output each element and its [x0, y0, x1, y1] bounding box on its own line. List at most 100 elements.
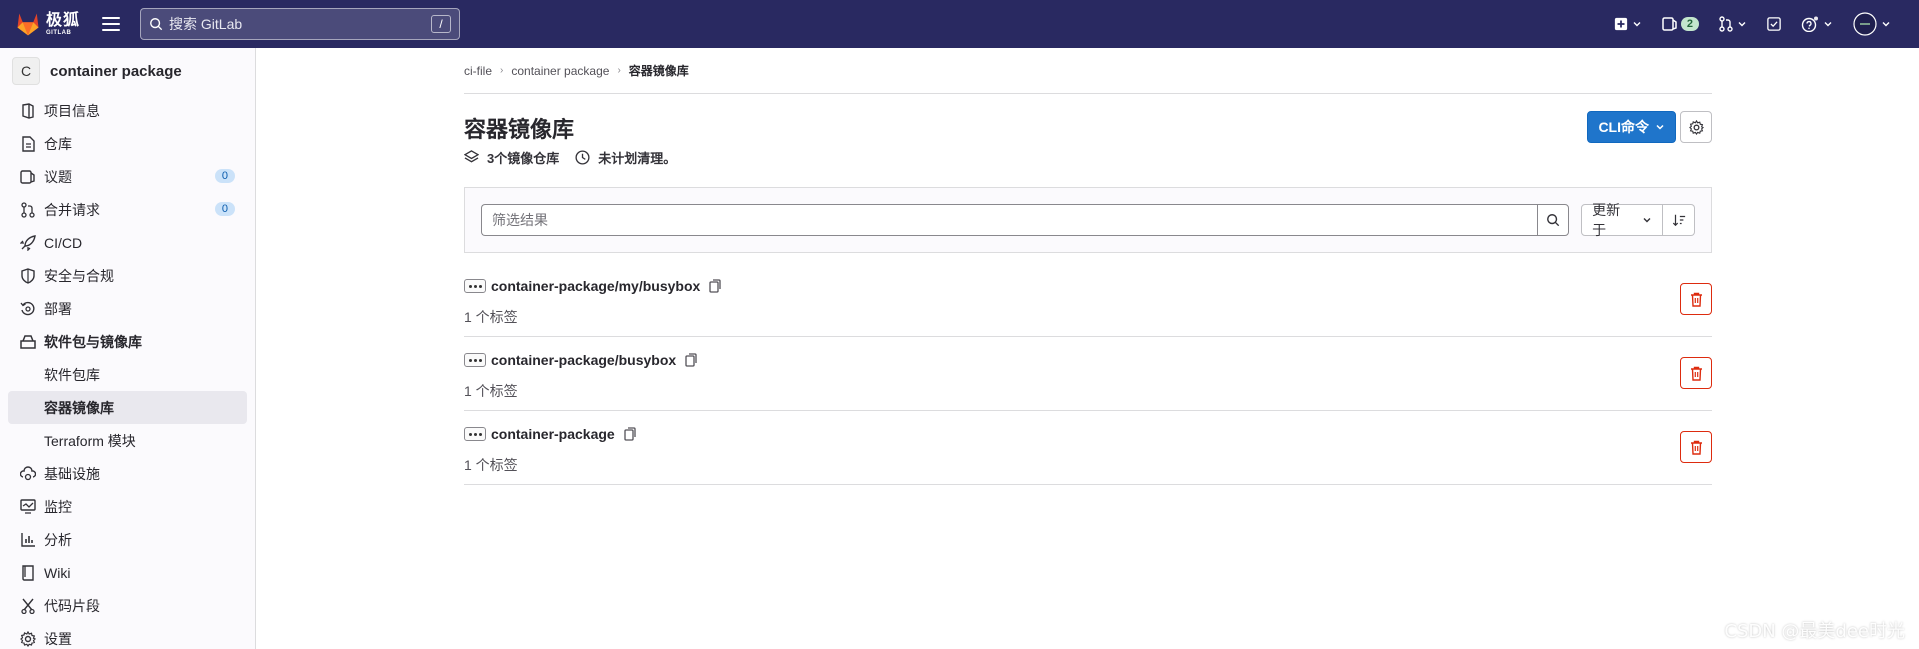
create-new-button[interactable] [1614, 17, 1642, 31]
list-item: container-package/busybox 1 个标签 [464, 337, 1712, 411]
sidebar-item-wiki[interactable]: Wiki [0, 556, 255, 589]
sidebar-item-packages-registries[interactable]: 软件包与镜像库 [0, 325, 255, 358]
sidebar-item-snippets[interactable]: 代码片段 [0, 589, 255, 622]
sidebar: C container package 项目信息 仓库 议题 0 合并请求 0 … [0, 48, 256, 649]
sidebar-project-header[interactable]: C container package [0, 48, 255, 94]
expand-path-button[interactable] [464, 427, 486, 441]
sidebar-item-repository[interactable]: 仓库 [0, 127, 255, 160]
sidebar-item-security[interactable]: 安全与合规 [0, 259, 255, 292]
gitlab-logo[interactable]: 极狐 GITLAB [14, 0, 80, 48]
sidebar-item-cicd[interactable]: CI/CD [0, 226, 255, 259]
sidebar-item-infrastructure[interactable]: 基础设施 [0, 457, 255, 490]
repository-name-link[interactable]: container-package/my/busybox [491, 278, 700, 294]
help-button[interactable] [1801, 16, 1833, 32]
breadcrumb: ci-file › container package › 容器镜像库 [464, 48, 1712, 94]
sidebar-item-label: 仓库 [44, 135, 72, 152]
filter-input[interactable]: 筛选结果 [481, 204, 1538, 236]
issues-button[interactable]: 2 [1662, 17, 1699, 31]
repository-name-link[interactable]: container-package/busybox [491, 352, 676, 368]
copy-icon[interactable] [685, 353, 697, 367]
search-icon [1547, 214, 1560, 227]
chevron-down-icon [1633, 22, 1641, 27]
cloud-gear-icon [20, 465, 36, 482]
copy-icon[interactable] [709, 279, 721, 293]
sidebar-item-merge-requests[interactable]: 合并请求 0 [0, 193, 255, 226]
delete-repository-button[interactable] [1680, 431, 1712, 463]
tag-count: 1 个标签 [464, 457, 518, 473]
monitor-icon [20, 499, 36, 515]
user-menu-button[interactable] [1853, 12, 1891, 36]
sidebar-item-label: Terraform 模块 [44, 432, 136, 449]
delete-repository-button[interactable] [1680, 283, 1712, 315]
sidebar-item-settings[interactable]: 设置 [0, 622, 255, 649]
sidebar-item-issues[interactable]: 议题 0 [0, 160, 255, 193]
sort-dropdown[interactable]: 更新于 [1581, 202, 1664, 238]
search-shortcut: / [431, 15, 452, 33]
sidebar-subitem-package-registry[interactable]: 软件包库 [0, 358, 255, 391]
merge-requests-button[interactable] [1719, 16, 1747, 32]
sidebar-item-label: 议题 [44, 168, 72, 185]
issues-icon [1662, 17, 1677, 31]
sidebar-item-label: 合并请求 [44, 201, 100, 218]
hamburger-menu-icon[interactable] [102, 17, 121, 31]
registry-settings-button[interactable] [1680, 111, 1712, 143]
plus-square-icon [1614, 17, 1627, 31]
expand-path-button[interactable] [464, 279, 486, 293]
fox-logo-icon [17, 13, 39, 36]
repository-count: 3个镜像仓库 [487, 151, 560, 166]
sidebar-item-deployments[interactable]: 部署 [0, 292, 255, 325]
sidebar-item-label: 安全与合规 [44, 267, 114, 284]
repository-list: container-package/my/busybox 1 个标签 conta… [464, 263, 1712, 485]
search-icon [150, 18, 163, 31]
top-bar: 极狐 GITLAB 搜索 GitLab / 2 [0, 0, 1919, 48]
sidebar-item-label: 代码片段 [44, 597, 100, 614]
filter-bar: 筛选结果 更新于 [464, 187, 1712, 253]
chevron-down-icon [1643, 218, 1651, 223]
list-item: container-package/my/busybox 1 个标签 [464, 263, 1712, 337]
filter-placeholder: 筛选结果 [492, 212, 548, 228]
gear-icon [1688, 119, 1704, 135]
avatar [1853, 12, 1877, 36]
project-name: container package [50, 62, 182, 80]
todos-button[interactable] [1767, 17, 1781, 31]
sidebar-item-label: 设置 [44, 630, 72, 647]
sidebar-item-analytics[interactable]: 分析 [0, 523, 255, 556]
chevron-right-icon: › [500, 65, 504, 76]
deployments-icon [20, 301, 36, 317]
sidebar-item-label: Wiki [44, 564, 71, 581]
project-avatar: C [12, 57, 40, 85]
sidebar-item-monitor[interactable]: 监控 [0, 490, 255, 523]
sort-direction-button[interactable] [1663, 204, 1695, 236]
project-icon [20, 102, 36, 119]
cli-commands-button[interactable]: CLI命令 [1587, 111, 1676, 143]
repository-name-link[interactable]: container-package [491, 426, 615, 442]
breadcrumb-item[interactable]: ci-file [464, 64, 492, 78]
delete-repository-button[interactable] [1680, 357, 1712, 389]
sidebar-item-label: CI/CD [44, 234, 83, 251]
sidebar-item-label: 软件包库 [44, 366, 100, 383]
settings-icon [20, 630, 36, 647]
trash-icon [1690, 366, 1702, 381]
merge-request-icon [20, 201, 36, 218]
expand-path-button[interactable] [464, 353, 486, 367]
chart-icon [20, 532, 36, 548]
copy-icon[interactable] [624, 427, 636, 441]
layers-icon [464, 150, 479, 163]
filter-search-button[interactable] [1537, 204, 1570, 236]
rocket-icon [20, 234, 36, 251]
clock-icon [575, 150, 590, 165]
sidebar-item-label: 项目信息 [44, 102, 100, 119]
chevron-down-icon [1738, 22, 1746, 27]
sidebar-subitem-terraform-modules[interactable]: Terraform 模块 [0, 424, 255, 457]
sidebar-item-project-info[interactable]: 项目信息 [0, 94, 255, 127]
sidebar-subitem-container-registry[interactable]: 容器镜像库 [8, 391, 247, 424]
chevron-down-icon [1882, 22, 1890, 27]
merge-requests-count-badge: 0 [214, 202, 235, 216]
chevron-right-icon: › [617, 65, 621, 76]
logo-text: 极狐 [46, 11, 81, 29]
breadcrumb-item[interactable]: container package [511, 64, 609, 78]
breadcrumb-current[interactable]: 容器镜像库 [629, 62, 689, 79]
sidebar-item-label: 部署 [44, 300, 72, 317]
merge-request-icon [1719, 16, 1733, 32]
search-input[interactable]: 搜索 GitLab / [140, 8, 461, 40]
